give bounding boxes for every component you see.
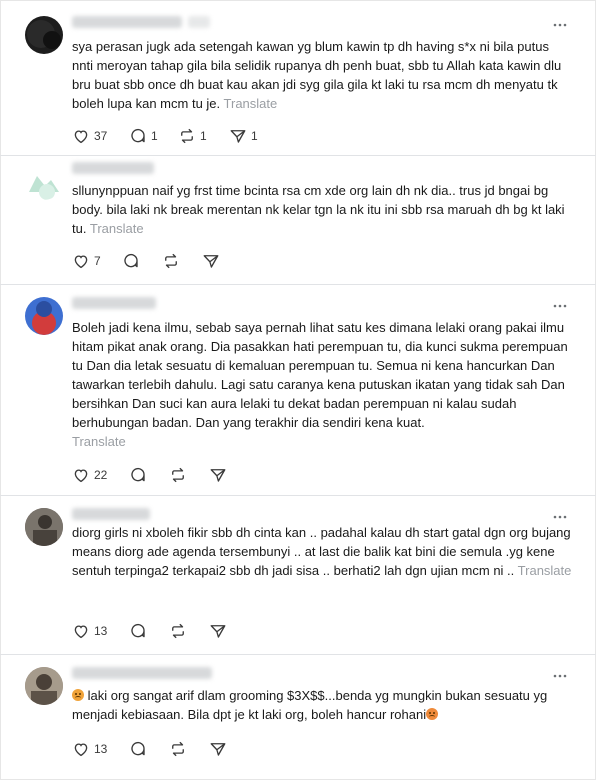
comment-icon [124, 253, 138, 268]
post-text: Boleh jadi kena ilmu, sebab saya pernah … [72, 318, 572, 451]
avatar[interactable] [25, 16, 63, 54]
like-button[interactable]: 22 [72, 465, 107, 485]
avatar[interactable] [25, 508, 63, 546]
share-button[interactable] [202, 251, 220, 271]
reply-button[interactable] [129, 621, 147, 641]
repost-button[interactable] [169, 621, 187, 641]
repost-icon [172, 623, 184, 639]
reply-post-2[interactable]: sllunynppuan naif yg frst time bcinta rs… [0, 156, 596, 284]
angry-face-emoji [426, 708, 439, 720]
avatar-image [32, 301, 56, 335]
post-text: sya perasan jugk ada setengah kawan yg b… [72, 37, 572, 113]
reply-count: 1 [151, 129, 158, 143]
reply-button[interactable]: 1 [129, 126, 158, 146]
username-blurred[interactable] [72, 16, 182, 28]
send-icon [210, 743, 226, 756]
more-options-icon[interactable] [553, 510, 567, 524]
send-icon [203, 255, 219, 268]
like-count: 37 [94, 129, 108, 143]
comment-icon [131, 128, 145, 143]
like-count: 13 [94, 742, 108, 756]
send-icon [210, 469, 226, 482]
flushed-face-emoji [72, 689, 84, 701]
heart-icon [74, 130, 88, 144]
action-bar: 13 [72, 621, 372, 641]
username-blurred[interactable] [72, 667, 212, 679]
reply-post-4[interactable]: diorg girls ni xboleh fikir sbb dh cinta… [0, 496, 596, 654]
translate-link[interactable]: Translate [518, 563, 572, 578]
like-button[interactable]: 7 [72, 251, 101, 271]
translate-link[interactable]: Translate [72, 434, 126, 449]
like-count: 7 [94, 254, 101, 268]
repost-button[interactable] [169, 739, 187, 759]
reply-button[interactable] [129, 739, 147, 759]
avatar-image [27, 20, 61, 49]
heart-icon [74, 255, 88, 269]
username-blurred[interactable] [72, 162, 154, 174]
repost-button[interactable] [169, 465, 187, 485]
share-count: 1 [251, 129, 258, 143]
heart-icon [74, 625, 88, 639]
post-content: diorg girls ni xboleh fikir sbb dh cinta… [72, 525, 571, 578]
timestamp-blurred [188, 16, 210, 28]
username-blurred[interactable] [72, 297, 156, 309]
reply-post-1[interactable]: sya perasan jugk ada setengah kawan yg b… [0, 0, 596, 155]
avatar-image [25, 667, 63, 705]
post-text: sllunynppuan naif yg frst time bcinta rs… [72, 181, 572, 238]
repost-button[interactable] [162, 251, 180, 271]
repost-icon [172, 467, 184, 483]
share-button[interactable] [209, 465, 227, 485]
like-count: 13 [94, 624, 108, 638]
avatar[interactable] [25, 297, 63, 335]
post-content: Boleh jadi kena ilmu, sebab saya pernah … [72, 320, 568, 430]
repost-count: 1 [200, 129, 207, 143]
send-icon [210, 625, 226, 638]
action-bar: 37 1 1 1 [72, 126, 372, 146]
like-button[interactable]: 13 [72, 621, 107, 641]
action-bar: 7 [72, 251, 372, 271]
reply-button[interactable] [122, 251, 140, 271]
translate-link[interactable]: Translate [224, 96, 278, 111]
more-options-icon[interactable] [553, 18, 567, 32]
like-button[interactable]: 13 [72, 739, 107, 759]
repost-button[interactable]: 1 [178, 126, 207, 146]
post-text: diorg girls ni xboleh fikir sbb dh cinta… [72, 523, 572, 580]
comment-icon [131, 741, 145, 756]
comment-icon [131, 623, 145, 638]
reply-post-3[interactable]: Boleh jadi kena ilmu, sebab saya pernah … [0, 285, 596, 495]
action-bar: 22 [72, 465, 372, 485]
heart-icon [74, 743, 88, 757]
repost-icon [165, 253, 177, 269]
comment-icon [131, 467, 145, 482]
avatar-image [29, 176, 59, 200]
send-icon [230, 130, 246, 143]
username-blurred[interactable] [72, 508, 150, 520]
avatar-image [25, 508, 63, 546]
action-bar: 13 [72, 739, 372, 759]
reply-post-5[interactable]: laki org sangat arif dlam grooming $3X$$… [0, 655, 596, 780]
repost-icon [172, 741, 184, 757]
more-options-icon[interactable] [553, 299, 567, 313]
more-options-icon[interactable] [553, 669, 567, 683]
like-button[interactable]: 37 [72, 126, 107, 146]
repost-icon [181, 128, 193, 144]
share-button[interactable] [209, 621, 227, 641]
share-button[interactable] [209, 739, 227, 759]
like-count: 22 [94, 468, 108, 482]
avatar[interactable] [25, 162, 63, 200]
translate-link[interactable]: Translate [90, 221, 144, 236]
share-button[interactable]: 1 [229, 126, 258, 146]
heart-icon [74, 469, 88, 483]
post-content: sllunynppuan naif yg frst time bcinta rs… [72, 183, 565, 236]
post-content: sya perasan jugk ada setengah kawan yg b… [72, 39, 562, 111]
post-text: laki org sangat arif dlam grooming $3X$$… [72, 686, 572, 724]
post-content: laki org sangat arif dlam grooming $3X$$… [72, 688, 548, 722]
avatar[interactable] [25, 667, 63, 705]
reply-button[interactable] [129, 465, 147, 485]
